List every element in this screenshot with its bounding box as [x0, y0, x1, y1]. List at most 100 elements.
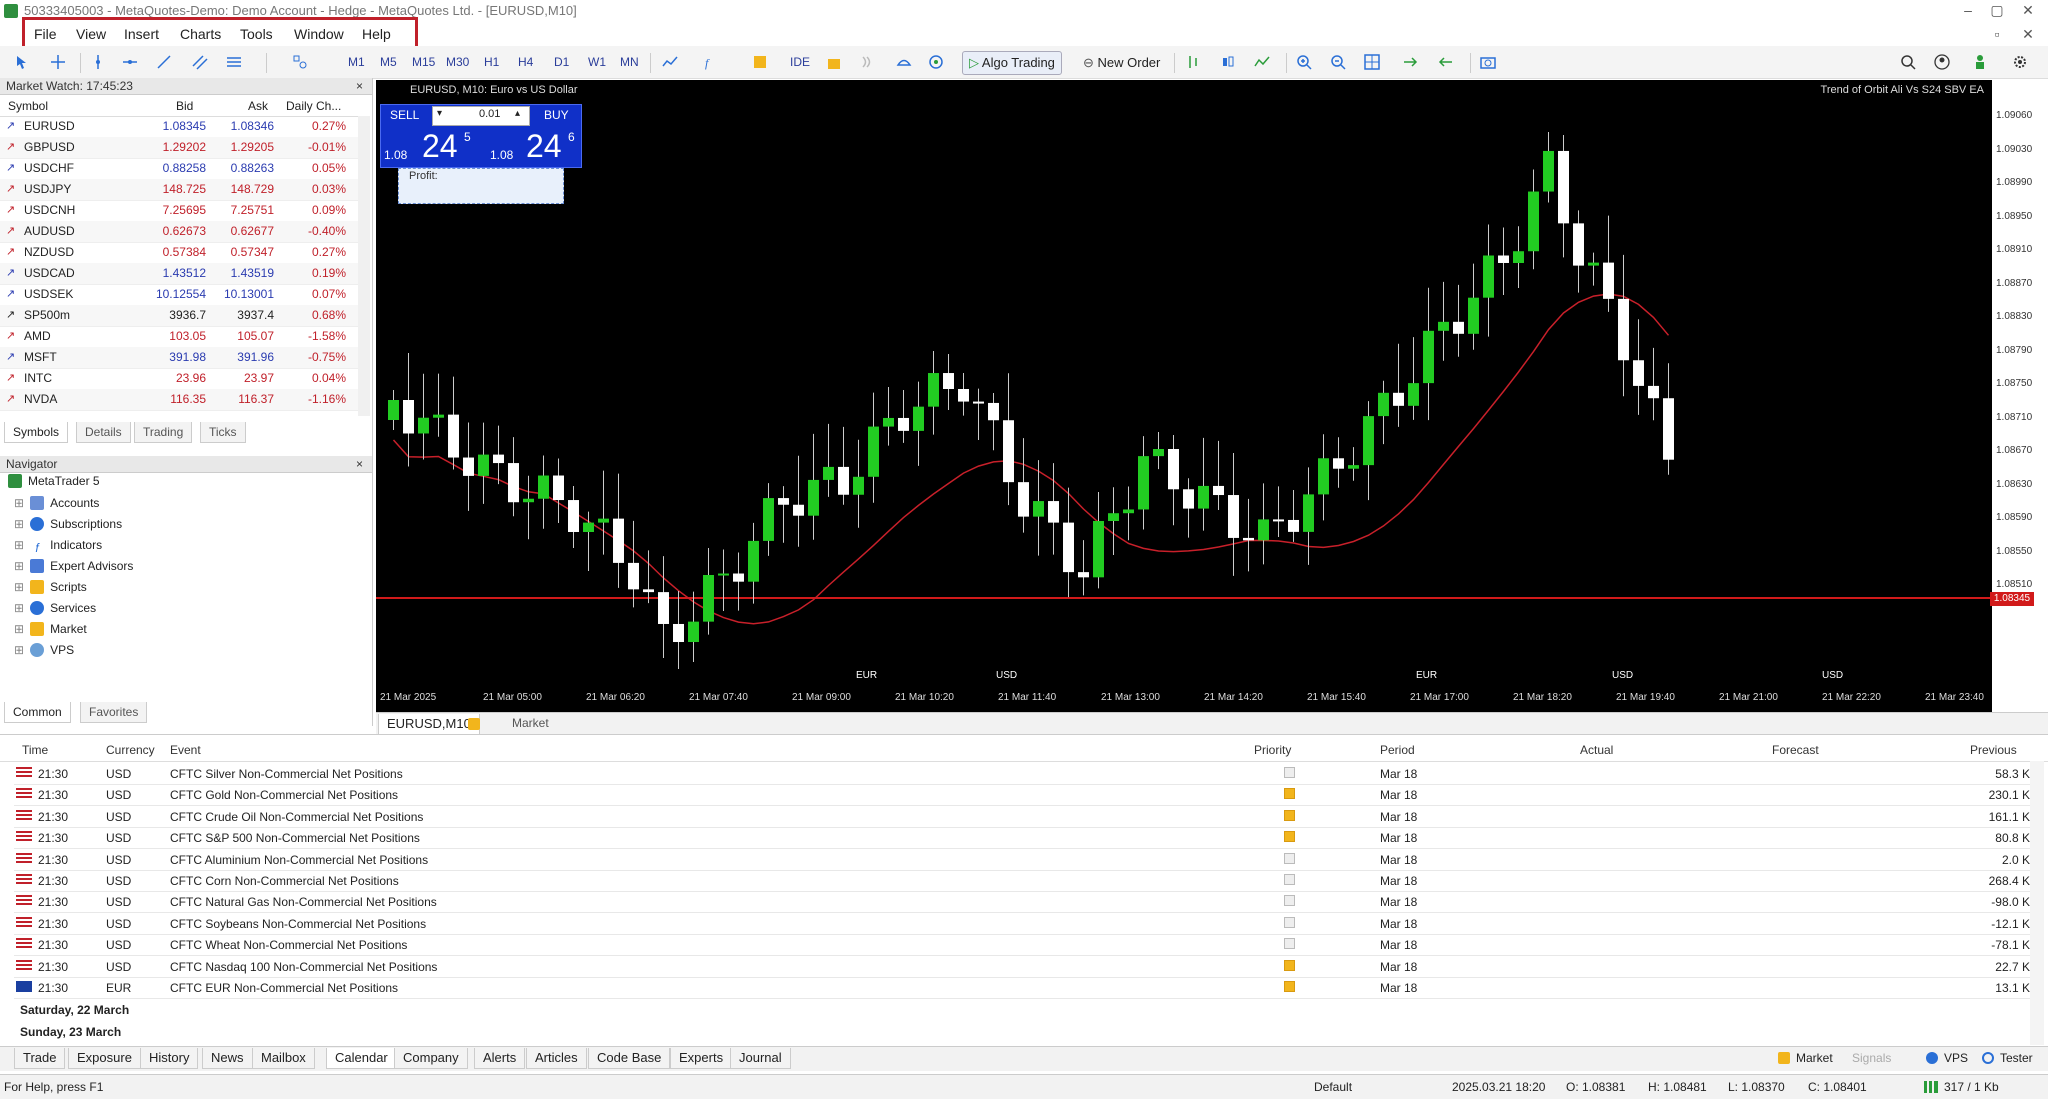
tf-mn[interactable]: MN — [620, 52, 639, 72]
user-status-icon[interactable] — [1972, 54, 1988, 70]
calendar-row[interactable]: 21:30 USD CFTC Corn Non-Commercial Net Pos… — [14, 870, 2034, 892]
col-time[interactable]: Time — [22, 743, 48, 757]
col-bid[interactable]: Bid — [176, 99, 193, 113]
col-currency[interactable]: Currency — [106, 743, 155, 757]
tf-m5[interactable]: M5 — [380, 52, 397, 72]
tf-m30[interactable]: M30 — [446, 52, 469, 72]
channel-icon[interactable] — [192, 54, 208, 70]
col-priority[interactable]: Priority — [1254, 743, 1291, 757]
tab-symbols[interactable]: Symbols — [4, 422, 69, 443]
tab-trading[interactable]: Trading — [134, 422, 193, 443]
line-chart-icon[interactable] — [1254, 54, 1270, 70]
minimize-icon[interactable]: – — [1954, 2, 1982, 18]
lot-up-icon[interactable]: ▴ — [515, 108, 520, 119]
calendar-scrollbar[interactable] — [2030, 761, 2044, 1045]
bottom-vps[interactable]: VPS — [1944, 1051, 1968, 1065]
nav-accounts[interactable]: ⊞ Accounts — [14, 496, 99, 510]
tf-m1[interactable]: M1 — [348, 52, 365, 72]
bottom-tab-calendar[interactable]: Calendar — [326, 1048, 397, 1069]
bottom-tab-code-base[interactable]: Code Base — [588, 1048, 671, 1069]
nav-indicators[interactable]: ⊞ f Indicators — [14, 538, 102, 555]
chart-tab-eurusd[interactable]: EURUSD,M10 — [378, 714, 480, 735]
status-profile[interactable]: Default — [1314, 1080, 1352, 1094]
algo-trading-button[interactable]: ▷ Algo Trading — [962, 51, 1062, 75]
calendar-row[interactable]: 21:30 USD CFTC Aluminium Non-Commercial Ne… — [14, 849, 2034, 871]
autoscroll-icon[interactable] — [1402, 54, 1418, 70]
close-icon[interactable]: ✕ — [2014, 2, 2042, 19]
tf-d1[interactable]: D1 — [554, 52, 569, 72]
signals-icon[interactable] — [860, 54, 876, 70]
calendar-row[interactable]: 21:30 EUR CFTC EUR Non-Commercial Net Posi… — [14, 977, 2034, 999]
calendar-row[interactable]: 21:30 USD CFTC Soybeans Non-Commercial Net… — [14, 913, 2034, 935]
account-icon[interactable] — [1934, 54, 1950, 70]
col-daily-change[interactable]: Daily Ch... — [286, 99, 341, 113]
nav-scripts[interactable]: ⊞ Scripts — [14, 580, 87, 594]
bottom-tab-trade[interactable]: Trade — [14, 1048, 66, 1069]
bottom-tab-mailbox[interactable]: Mailbox — [252, 1048, 315, 1069]
sell-price-big[interactable]: 24 — [422, 128, 458, 165]
tile-windows-icon[interactable] — [1364, 54, 1380, 70]
price-axis[interactable]: 1.09060 1.09030 1.08990 1.08950 1.08910 1.088… — [1992, 80, 2048, 712]
col-ask[interactable]: Ask — [248, 99, 268, 113]
market-watch-row[interactable]: ↗ USDSEK 10.12554 10.13001 0.07% — [0, 284, 358, 306]
tf-m15[interactable]: M15 — [412, 52, 435, 72]
nav-expert-advisors[interactable]: ⊞ Expert Advisors — [14, 559, 133, 573]
buy-button[interactable]: BUY — [544, 108, 569, 122]
bar-chart-icon[interactable] — [1186, 54, 1202, 70]
trendline-icon[interactable] — [156, 54, 172, 70]
maximize-icon[interactable]: ▢ — [1983, 2, 2011, 19]
tf-h4[interactable]: H4 — [518, 52, 533, 72]
nav-services[interactable]: ⊞ Services — [14, 601, 96, 615]
lot-input[interactable]: ▾ 0.01 ▴ — [432, 106, 530, 126]
indicators-icon[interactable]: f — [704, 54, 720, 70]
calendar-row[interactable]: 21:30 USD CFTC Crude Oil Non-Commercial Ne… — [14, 806, 2034, 828]
market-watch-row[interactable]: ↗ USDCAD 1.43512 1.43519 0.19% — [0, 263, 358, 285]
vertical-line-icon[interactable] — [90, 54, 106, 70]
new-order-button[interactable]: ⊖ New Order — [1076, 51, 1168, 75]
close-chart-icon[interactable]: ✕ — [2014, 26, 2042, 43]
bottom-tab-company[interactable]: Company — [394, 1048, 468, 1069]
market-watch-row[interactable]: ↗ MSFT 391.98 391.96 -0.75% — [0, 347, 358, 369]
tf-h1[interactable]: H1 — [484, 52, 499, 72]
market-watch-row[interactable]: ↗ USDCNH 7.25695 7.25751 0.09% — [0, 200, 358, 222]
bottom-tab-history[interactable]: History — [140, 1048, 199, 1069]
chart-type-icon[interactable] — [662, 54, 678, 70]
sell-button[interactable]: SELL — [390, 108, 419, 122]
zoom-out-icon[interactable] — [1330, 54, 1346, 70]
market-watch-scrollbar[interactable] — [358, 116, 370, 416]
price-chart[interactable]: EUR USD EUR USD USD EURUSD, M10: Euro vs US … — [376, 80, 1992, 712]
bottom-tab-exposure[interactable]: Exposure — [68, 1048, 141, 1069]
restore-chart-icon[interactable]: ▫ — [1983, 26, 2011, 42]
market-watch-row[interactable]: ↗ INTC 23.96 23.97 0.04% — [0, 368, 358, 390]
nav-metatrader5[interactable]: MetaTrader 5 — [8, 474, 100, 488]
calendar-row[interactable]: 21:30 USD CFTC Nasdaq 100 Non-Commercial N… — [14, 956, 2034, 978]
chart-shift-icon[interactable] — [1438, 54, 1454, 70]
tab-favorites[interactable]: Favorites — [80, 702, 148, 723]
horizontal-line-icon[interactable] — [122, 54, 138, 70]
calendar-row[interactable]: 21:30 USD CFTC Gold Non-Commercial Net Pos… — [14, 784, 2034, 807]
vps-icon[interactable] — [896, 54, 912, 70]
screenshot-icon[interactable] — [1480, 54, 1496, 70]
close-navigator-icon[interactable]: × — [356, 457, 363, 471]
calendar-group-saturday[interactable]: Saturday, 22 March — [20, 1003, 129, 1017]
bottom-tab-articles[interactable]: Articles — [526, 1048, 587, 1069]
time-axis[interactable]: 21 Mar 2025 21 Mar 05:00 21 Mar 06:20 21 Ma… — [376, 686, 1992, 712]
close-panel-icon[interactable]: × — [356, 79, 363, 93]
templates-icon[interactable] — [752, 54, 768, 70]
buy-price-big[interactable]: 24 — [526, 128, 562, 165]
tab-details[interactable]: Details — [76, 422, 131, 443]
search-icon[interactable] — [1900, 54, 1916, 70]
bottom-tab-alerts[interactable]: Alerts — [474, 1048, 526, 1069]
col-period[interactable]: Period — [1380, 743, 1415, 757]
col-symbol[interactable]: Symbol — [8, 99, 48, 113]
bottom-tab-news[interactable]: News — [202, 1048, 253, 1069]
bottom-signals[interactable]: Signals — [1852, 1051, 1891, 1065]
zoom-in-icon[interactable] — [1296, 54, 1312, 70]
bottom-tester[interactable]: Tester — [2000, 1051, 2033, 1065]
tf-w1[interactable]: W1 — [588, 52, 606, 72]
bottom-market[interactable]: Market — [1796, 1051, 1833, 1065]
market-watch-row[interactable]: ↗ NVDA 116.35 116.37 -1.16% — [0, 389, 358, 411]
market-watch-row[interactable]: ↗ NZDUSD 0.57384 0.57347 0.27% — [0, 242, 358, 264]
nav-subscriptions[interactable]: ⊞ Subscriptions — [14, 517, 122, 531]
calendar-group-sunday[interactable]: Sunday, 23 March — [20, 1025, 121, 1039]
